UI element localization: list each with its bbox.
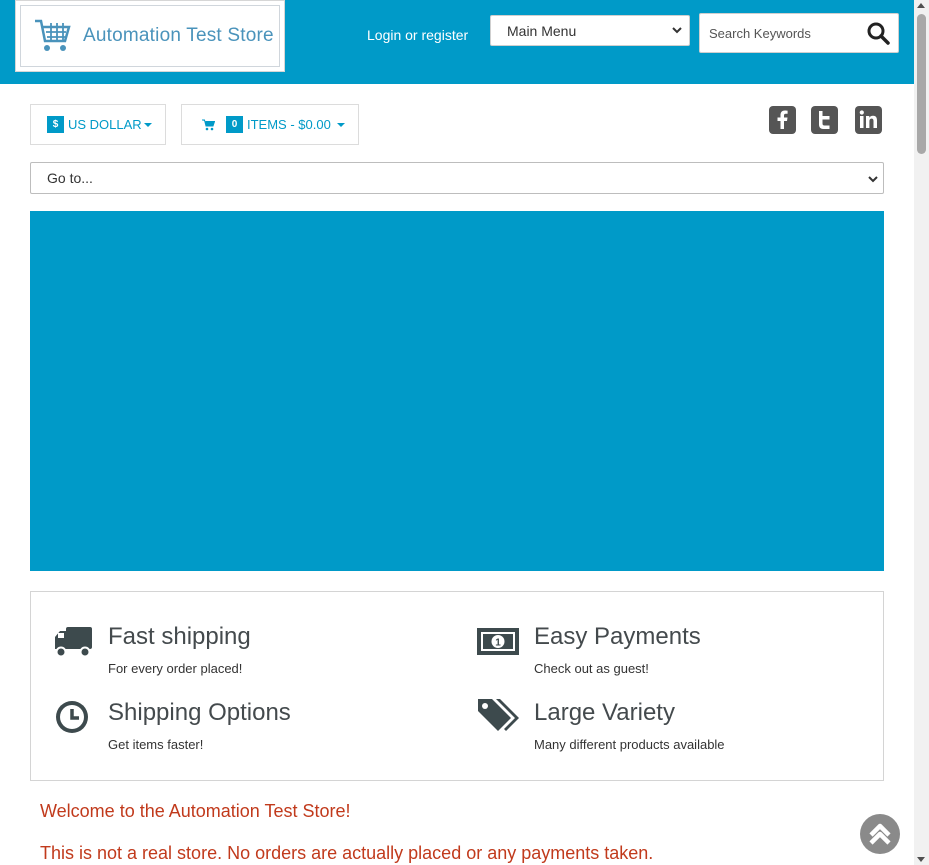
currency-dropdown[interactable]: $ US DOLLAR	[30, 104, 166, 145]
double-chevron-up-icon	[869, 823, 891, 845]
banknote-icon: 1	[477, 628, 519, 655]
logo-text: Automation Test Store	[83, 25, 274, 46]
feature-subtitle: Many different products available	[534, 737, 725, 752]
hero-banner	[30, 211, 884, 571]
logo-frame: Automation Test Store	[20, 5, 280, 67]
main-menu-selected-value: Main Menu	[507, 22, 577, 39]
tags-icon	[478, 699, 519, 731]
page: Automation Test Store Login or register …	[0, 0, 929, 865]
shopping-cart-icon	[202, 119, 215, 130]
feature-title: Shipping Options	[108, 699, 291, 726]
feature-title: Fast shipping	[108, 623, 251, 650]
login-register-link[interactable]: Login or register	[367, 27, 468, 43]
search-box	[699, 13, 899, 53]
chevron-down-icon	[868, 176, 878, 183]
clock-icon	[56, 701, 88, 733]
main-menu-select[interactable]: Main Menu	[490, 15, 690, 46]
store-logo[interactable]: Automation Test Store	[15, 0, 285, 72]
disclaimer-text: This is not a real store. No orders are …	[40, 843, 654, 863]
feature-title: Easy Payments	[534, 623, 701, 650]
welcome-heading: Welcome to the Automation Test Store!	[40, 801, 351, 821]
features-panel: Fast shipping For every order placed! 1 …	[30, 591, 884, 781]
chevron-down-icon	[672, 27, 682, 34]
cart-total-label: ITEMS - $0.00	[247, 117, 331, 132]
truck-icon	[55, 627, 92, 658]
back-to-top-button[interactable]	[860, 814, 900, 854]
currency-symbol-badge: $	[47, 116, 64, 133]
search-input[interactable]	[700, 14, 860, 52]
feature-subtitle: For every order placed!	[108, 661, 243, 676]
svg-text:1: 1	[495, 638, 501, 649]
twitter-icon[interactable]	[811, 106, 838, 134]
cart-dropdown[interactable]: 0 ITEMS - $0.00	[181, 104, 359, 145]
cart-count-badge: 0	[226, 116, 243, 133]
feature-subtitle: Check out as guest!	[534, 661, 649, 676]
header-bar: Automation Test Store Login or register …	[0, 0, 914, 84]
page-scrollbar[interactable]	[914, 0, 929, 865]
feature-subtitle: Get items faster!	[108, 737, 204, 752]
currency-label: US DOLLAR	[68, 117, 142, 132]
goto-category-select[interactable]: Go to...	[30, 162, 884, 194]
scrollbar-thumb[interactable]	[917, 14, 926, 154]
facebook-icon[interactable]	[769, 106, 796, 134]
linkedin-icon[interactable]	[855, 106, 882, 134]
caret-down-icon	[336, 122, 345, 127]
caret-down-icon	[143, 122, 152, 127]
goto-selected-value: Go to...	[47, 170, 93, 186]
feature-title: Large Variety	[534, 699, 675, 726]
shopping-cart-logo-icon	[35, 19, 71, 51]
scroll-down-arrow-icon[interactable]	[917, 857, 925, 862]
scroll-up-arrow-icon[interactable]	[917, 3, 925, 8]
search-icon[interactable]	[866, 21, 890, 45]
